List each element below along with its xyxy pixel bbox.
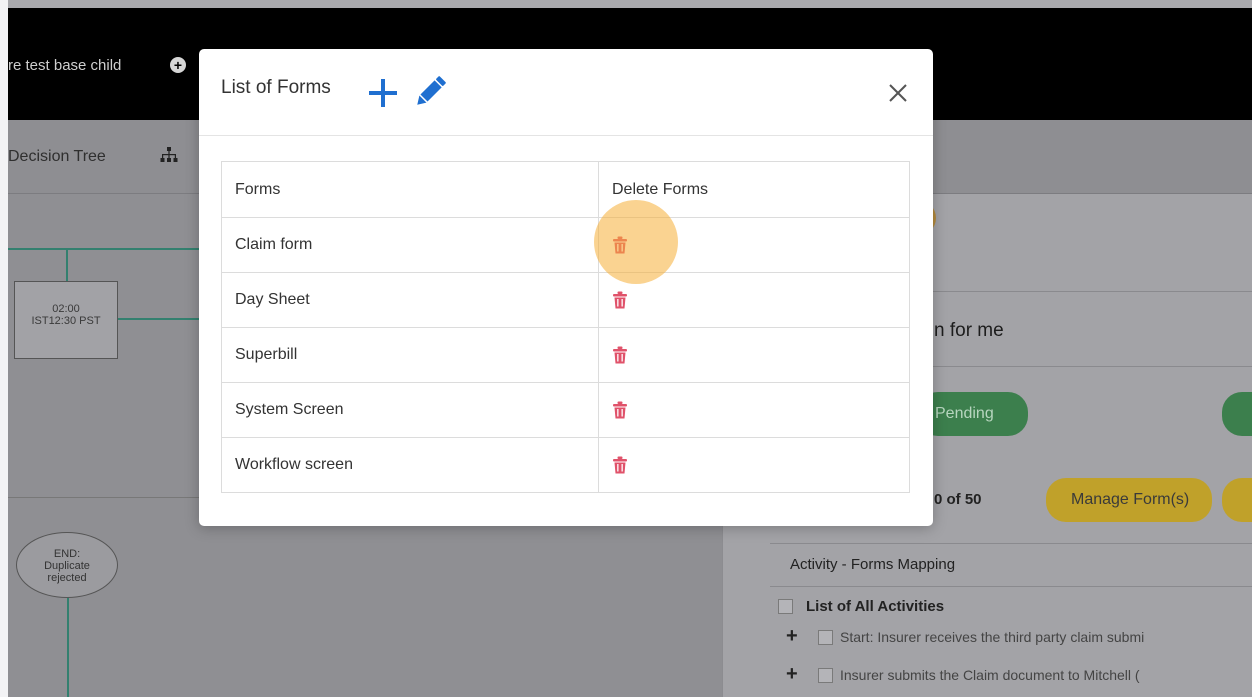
- trash-icon[interactable]: [612, 401, 628, 419]
- delete-cell: [598, 327, 910, 383]
- activity-checkbox[interactable]: [818, 668, 833, 683]
- forms-table: Forms Delete Forms Claim form Day Sheet …: [221, 161, 910, 493]
- end-node-line2: Duplicate: [44, 560, 90, 572]
- sitemap-icon[interactable]: [160, 147, 178, 163]
- form-count: 0 of 50: [934, 491, 982, 508]
- modal-title: List of Forms: [221, 77, 331, 98]
- end-node-line3: rejected: [47, 572, 87, 584]
- activity-item: Start: Insurer receives the third party …: [840, 629, 1145, 645]
- table-row: Claim form: [221, 217, 910, 273]
- all-activities-checkbox[interactable]: [778, 599, 793, 614]
- delete-cell: [598, 437, 910, 493]
- list-of-forms-modal: List of Forms Forms Delete Forms Claim f…: [199, 49, 933, 526]
- form-name: Superbill: [221, 327, 599, 383]
- close-icon[interactable]: [887, 82, 909, 104]
- table-header-row: Forms Delete Forms: [221, 161, 910, 218]
- end-node-line1: END:: [53, 548, 81, 560]
- pending-label: Pending: [935, 405, 994, 422]
- column-header-forms: Forms: [221, 161, 599, 218]
- manage-forms-label: Manage Form(s): [1071, 491, 1190, 508]
- table-row: Superbill: [221, 327, 910, 383]
- panel-separator: [770, 586, 1252, 587]
- connector-line: [67, 598, 69, 697]
- plus-icon[interactable]: [366, 76, 400, 110]
- timer-node[interactable]: 02:00 IST12:30 PST: [14, 281, 118, 359]
- status-button-green[interactable]: [1222, 392, 1252, 436]
- activity-checkbox[interactable]: [818, 630, 833, 645]
- form-name: System Screen: [221, 382, 599, 438]
- breadcrumb[interactable]: re test base child: [8, 57, 121, 74]
- trash-icon[interactable]: [612, 291, 628, 309]
- connector-line: [66, 248, 68, 281]
- add-child-icon[interactable]: +: [170, 57, 186, 73]
- expand-icon[interactable]: +: [786, 625, 798, 648]
- expand-icon[interactable]: +: [786, 663, 798, 686]
- panel-separator: [770, 543, 1252, 544]
- click-highlight: [594, 200, 678, 284]
- form-name: Workflow screen: [221, 437, 599, 493]
- app-screen: re test base child + Decision Tree 02:00…: [0, 0, 1252, 697]
- form-name: Day Sheet: [221, 272, 599, 328]
- modal-divider: [199, 135, 933, 136]
- panel-separator: [930, 366, 1252, 367]
- all-activities-label: List of All Activities: [806, 598, 945, 615]
- form-name: Claim form: [221, 217, 599, 273]
- panel-separator: [930, 291, 1252, 292]
- end-node[interactable]: END: Duplicate rejected: [16, 532, 118, 598]
- timer-node-line1: 02:00: [52, 303, 80, 315]
- table-row: Workflow screen: [221, 437, 910, 493]
- panel-title: n for me: [934, 320, 1004, 341]
- tab-decision-tree[interactable]: Decision Tree: [8, 148, 106, 166]
- trash-icon[interactable]: [612, 346, 628, 364]
- timer-node-line2: IST12:30 PST: [31, 315, 101, 327]
- delete-cell: [598, 382, 910, 438]
- left-edge: [0, 0, 8, 697]
- secondary-yellow-button[interactable]: [1222, 478, 1252, 522]
- trash-icon[interactable]: [612, 456, 628, 474]
- table-row: Day Sheet: [221, 272, 910, 328]
- table-row: System Screen: [221, 382, 910, 438]
- pencil-icon[interactable]: [410, 72, 450, 112]
- activity-item: Insurer submits the Claim document to Mi…: [840, 667, 1140, 683]
- mapping-header: Activity - Forms Mapping: [790, 556, 956, 573]
- connector-line: [8, 248, 228, 250]
